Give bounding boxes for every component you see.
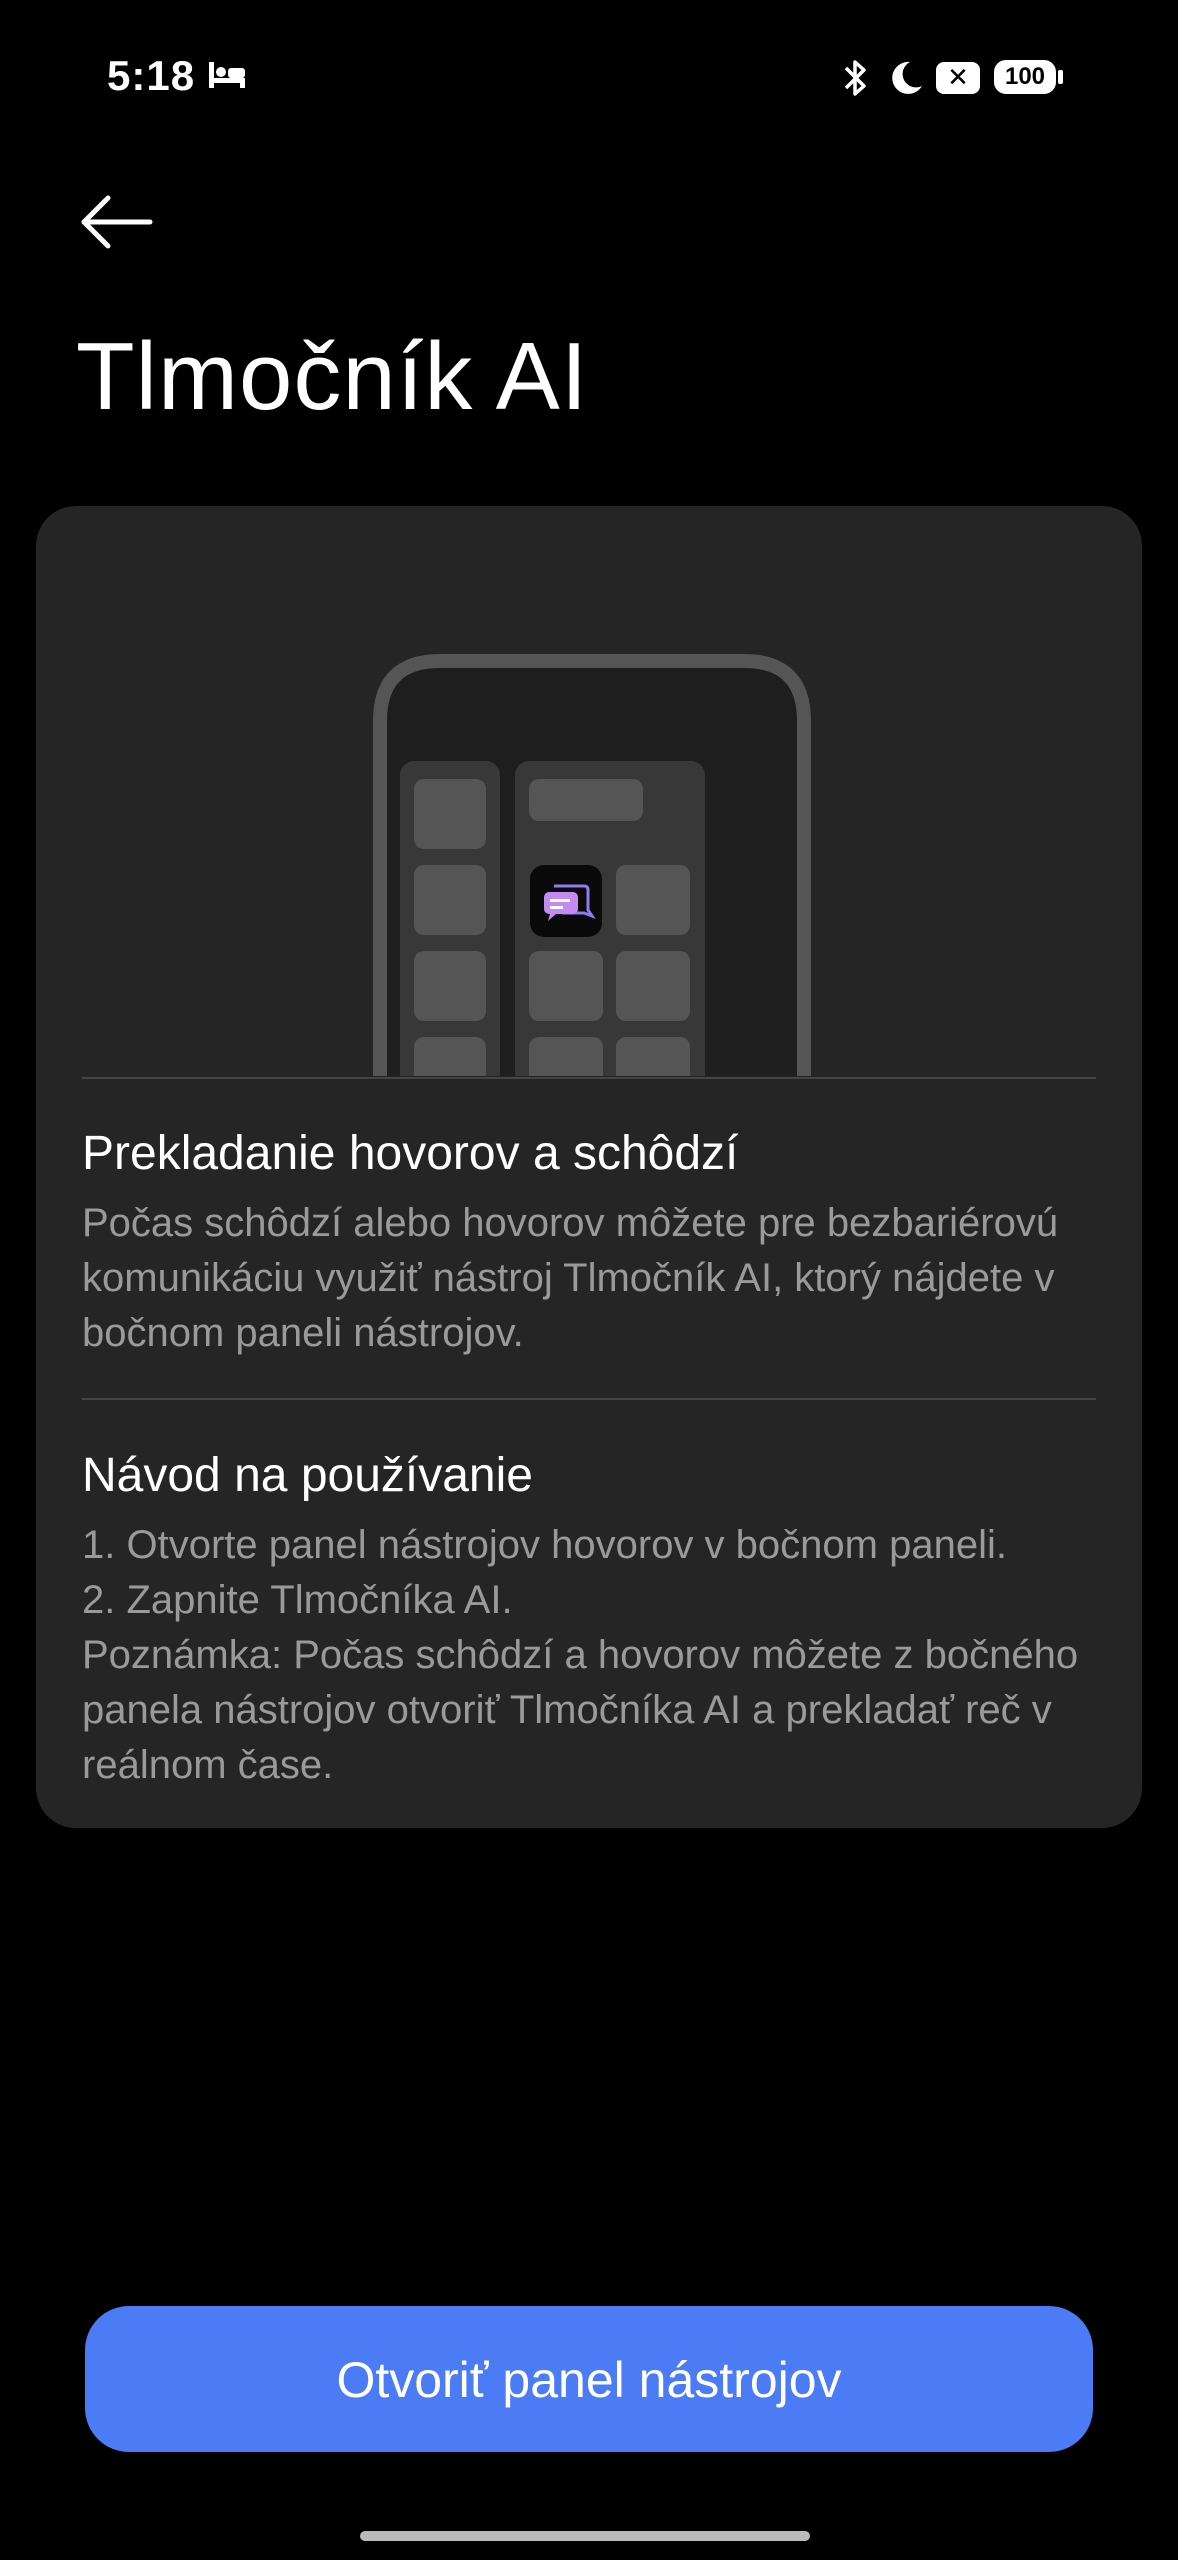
section-title-instructions: Návod na používanie	[82, 1449, 533, 1502]
chat-bubbles-icon	[530, 865, 602, 937]
divider	[82, 1077, 1096, 1079]
phone-illustration	[373, 654, 811, 1076]
close-box-icon: ✕	[936, 62, 980, 94]
info-card: Prekladanie hovorov a schôdzí Počas schô…	[36, 506, 1142, 1828]
back-button[interactable]	[78, 190, 158, 260]
page-title: Tlmočník AI	[76, 323, 589, 430]
section-body-translation: Počas schôdzí alebo hovorov môžete pre b…	[82, 1201, 1059, 1355]
arrow-left-icon	[81, 195, 153, 249]
home-indicator[interactable]	[360, 2531, 810, 2541]
status-time: 5:18	[107, 52, 196, 99]
section-body-instructions: 1. Otvorte panel nástrojov hovorov v boč…	[82, 1523, 1079, 1787]
moon-icon	[892, 61, 922, 94]
bluetooth-icon	[844, 60, 866, 96]
open-toolbar-button[interactable]: Otvoriť panel nástrojov	[85, 2306, 1093, 2452]
divider	[82, 1398, 1096, 1400]
battery-cap	[1058, 70, 1063, 84]
status-bar: 5:18 ✕ 100	[0, 0, 1178, 160]
battery-level: 100	[1004, 63, 1046, 90]
section-title-translation: Prekladanie hovorov a schôdzí	[82, 1127, 739, 1180]
bed-icon	[209, 62, 245, 88]
battery-indicator: 100	[994, 60, 1056, 94]
